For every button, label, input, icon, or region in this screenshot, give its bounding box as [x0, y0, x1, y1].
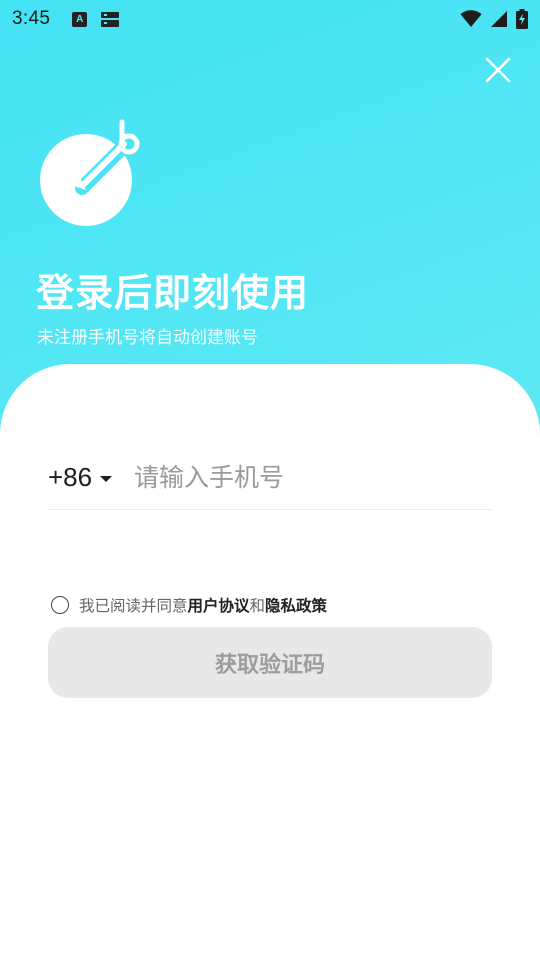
user-agreement-link[interactable]: 用户协议 [188, 594, 250, 616]
status-time: 3:45 [12, 8, 51, 29]
agreement-checkbox[interactable] [51, 596, 69, 614]
app-logo-icon [40, 119, 140, 226]
notification-a-icon: A [72, 11, 88, 27]
page-subtitle: 未注册手机号将自动创建账号 [37, 328, 258, 348]
status-bar: 3:45 A [0, 0, 540, 38]
phone-input-row: +86 [48, 446, 492, 510]
battery-charging-icon [516, 9, 528, 29]
country-code-value: +86 [48, 462, 93, 492]
cellular-signal-icon [491, 11, 507, 27]
agreement-prefix-text: 我已阅读并同意 [79, 597, 188, 615]
wifi-icon [460, 10, 482, 28]
status-system-icons [460, 9, 528, 29]
agreement-row: 我已阅读并同意 用户协议 和 隐私政策 [51, 594, 327, 616]
close-button[interactable] [478, 50, 518, 90]
storage-notification-icon [101, 11, 120, 27]
status-notification-icons: A [72, 11, 120, 27]
close-icon [485, 57, 511, 83]
page-title: 登录后即刻使用 [36, 271, 310, 315]
chevron-down-icon [100, 476, 113, 482]
privacy-policy-link[interactable]: 隐私政策 [265, 594, 327, 616]
country-code-selector[interactable]: +86 [48, 462, 134, 493]
agreement-and-text: 和 [249, 597, 266, 615]
phone-number-input[interactable] [134, 463, 484, 492]
get-verification-code-button[interactable]: 获取验证码 [48, 627, 492, 698]
login-screen: 3:45 A 登录后即刻使用 未注册手机号将自动创建账号 +86 请输入手机号 … [0, 0, 540, 960]
